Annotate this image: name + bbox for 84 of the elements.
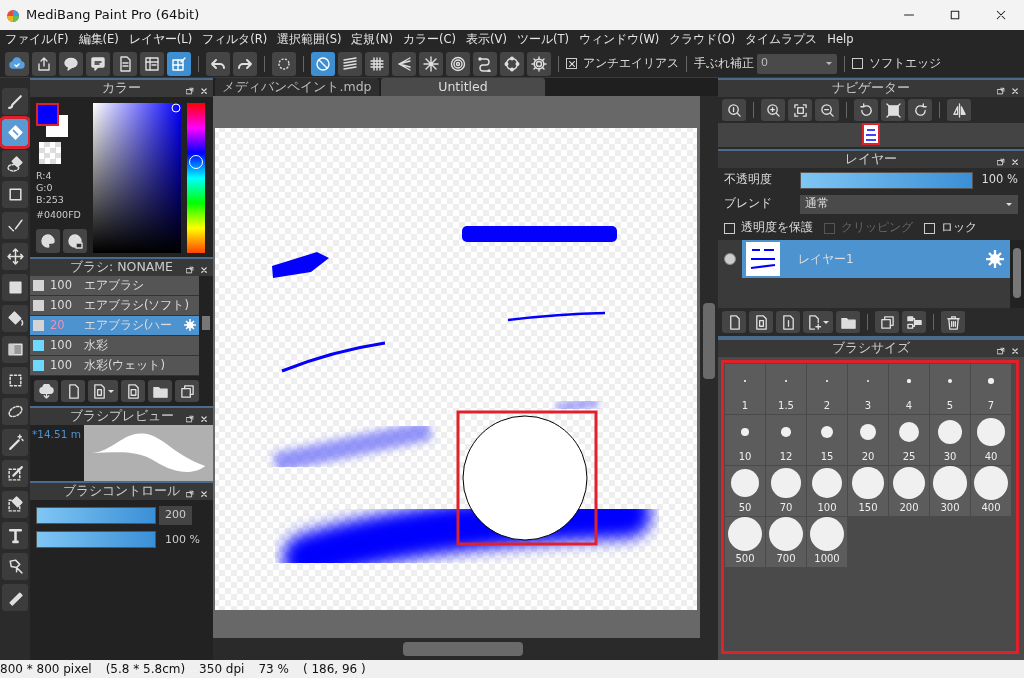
brush-size-option[interactable]: 300 xyxy=(930,466,970,516)
brush-size-text: 100 xyxy=(50,336,73,354)
menu-item[interactable]: 選択範囲(S) xyxy=(272,31,347,49)
brush-size-option[interactable]: 7 xyxy=(971,364,1011,414)
brush-name: エアブラシ xyxy=(84,276,144,294)
brush-size-option[interactable]: 4 xyxy=(889,364,929,414)
checkbox-label: 透明度を保護 xyxy=(741,219,813,237)
brush-item[interactable]: 100 エアブラシ(ソフト) xyxy=(30,296,199,316)
blend-dropdown[interactable]: 通常 xyxy=(800,194,1018,214)
brush-size-text: 100 xyxy=(50,276,73,294)
menu-item[interactable]: 表示(V) xyxy=(461,31,512,49)
menu-item[interactable]: ツール(T) xyxy=(511,31,574,49)
brush-size-option[interactable]: 700 xyxy=(766,517,806,567)
document-tab[interactable]: Untitled xyxy=(381,78,545,96)
brush-size-option[interactable]: 2 xyxy=(807,364,847,414)
color-reading: G:0 xyxy=(36,182,54,194)
checkbox-label: ロック xyxy=(941,219,977,237)
brush-size-option[interactable]: 400 xyxy=(971,466,1011,516)
menu-item[interactable]: フィルタ(R) xyxy=(197,31,273,49)
brush-size-option[interactable]: 150 xyxy=(848,466,888,516)
brush-size-option[interactable]: 50 xyxy=(725,466,765,516)
color-reading: #0400FD xyxy=(36,209,82,221)
panel-title: カラー xyxy=(102,79,141,98)
brush-size-option[interactable]: 12 xyxy=(766,415,806,465)
panel-title: ナビゲーター xyxy=(832,79,910,98)
checkbox-label: アンチエイリアス xyxy=(583,54,679,72)
stabilizer-dropdown[interactable]: 0 xyxy=(757,53,837,74)
panel-title: レイヤー xyxy=(845,150,897,169)
brush-size-option[interactable]: 200 xyxy=(889,466,929,516)
brush-size-option[interactable]: 30 xyxy=(930,415,970,465)
brush-size-option[interactable]: 1 xyxy=(725,364,765,414)
brush-item[interactable]: 100 水彩(ウェット) xyxy=(30,356,199,376)
brush-size-option[interactable]: 3 xyxy=(848,364,888,414)
color-reading: B:253 xyxy=(36,194,65,206)
brush-name: 水彩 xyxy=(84,336,108,354)
menu-item[interactable]: レイヤー(L) xyxy=(123,31,198,49)
field-label: 手ぶれ補正 xyxy=(694,54,754,72)
status-text: 350 dpi xyxy=(199,661,245,678)
brush-size-option[interactable]: 40 xyxy=(971,415,1011,465)
brush-size-option[interactable]: 25 xyxy=(889,415,929,465)
brush-size-reading: *14.51 m xyxy=(31,427,82,442)
brush-item[interactable]: 100 エアブラシ xyxy=(30,276,199,296)
menu-item[interactable]: タイムラプス xyxy=(740,31,823,49)
brush-size-text: 100 xyxy=(50,356,73,374)
color-reading: R:4 xyxy=(36,170,53,182)
brush-size-text: 100 xyxy=(50,296,73,314)
window-title: MediBang Paint Pro (64bit) xyxy=(26,6,200,25)
field-label: ブレンド xyxy=(724,195,773,213)
brush-size-option[interactable]: 20 xyxy=(848,415,888,465)
brush-size-option[interactable]: 5 xyxy=(930,364,970,414)
menu-item[interactable]: 編集(E) xyxy=(73,31,124,49)
brush-item[interactable]: 100 水彩 xyxy=(30,336,199,356)
menu-item[interactable]: Help xyxy=(822,31,859,49)
value-text: 100 % xyxy=(164,531,201,548)
menu-item[interactable]: ファイル(F) xyxy=(0,31,74,49)
status-text: ( 186, 96 ) xyxy=(302,661,366,678)
field-label: 不透明度 xyxy=(724,171,773,189)
menu-item[interactable]: 定規(N) xyxy=(346,31,399,49)
brush-size-option[interactable]: 100 xyxy=(807,466,847,516)
panel-title: ブラシサイズ xyxy=(832,339,910,358)
brush-size-option[interactable]: 500 xyxy=(725,517,765,567)
menu-item[interactable]: ウィンドウ(W) xyxy=(573,31,665,49)
status-text: 73 % xyxy=(258,661,289,678)
panel-title: ブラシプレビュー xyxy=(69,407,174,426)
status-text: (5.8 * 5.8cm) xyxy=(105,661,186,678)
brush-size-text: 20 xyxy=(50,316,66,334)
brush-size-option[interactable]: 10 xyxy=(725,415,765,465)
menu-item[interactable]: カラー(C) xyxy=(398,31,462,49)
value-text: 100 % xyxy=(981,171,1018,189)
brush-size-option[interactable]: 1000 xyxy=(807,517,847,567)
brush-size-option[interactable]: 1.5 xyxy=(766,364,806,414)
document-tab[interactable]: メディバンペイント.mdp xyxy=(215,78,379,96)
brush-name: 水彩(ウェット) xyxy=(84,356,165,374)
checkbox-label: ソフトエッジ xyxy=(869,54,941,72)
brush-size-option[interactable]: 15 xyxy=(807,415,847,465)
value-field[interactable]: 200 xyxy=(159,506,192,525)
brush-size-option[interactable]: 70 xyxy=(766,466,806,516)
brush-name: エアブラシ(ハー xyxy=(84,316,173,334)
panel-title: ブラシコントロール xyxy=(63,482,180,501)
menu-item[interactable]: クラウド(O) xyxy=(664,31,741,49)
layer-name: レイヤー1 xyxy=(798,251,854,268)
brush-name: エアブラシ(ソフト) xyxy=(84,296,189,314)
status-text: 800 * 800 pixel xyxy=(0,661,92,678)
panel-title: ブラシ: NONAME xyxy=(70,258,173,277)
